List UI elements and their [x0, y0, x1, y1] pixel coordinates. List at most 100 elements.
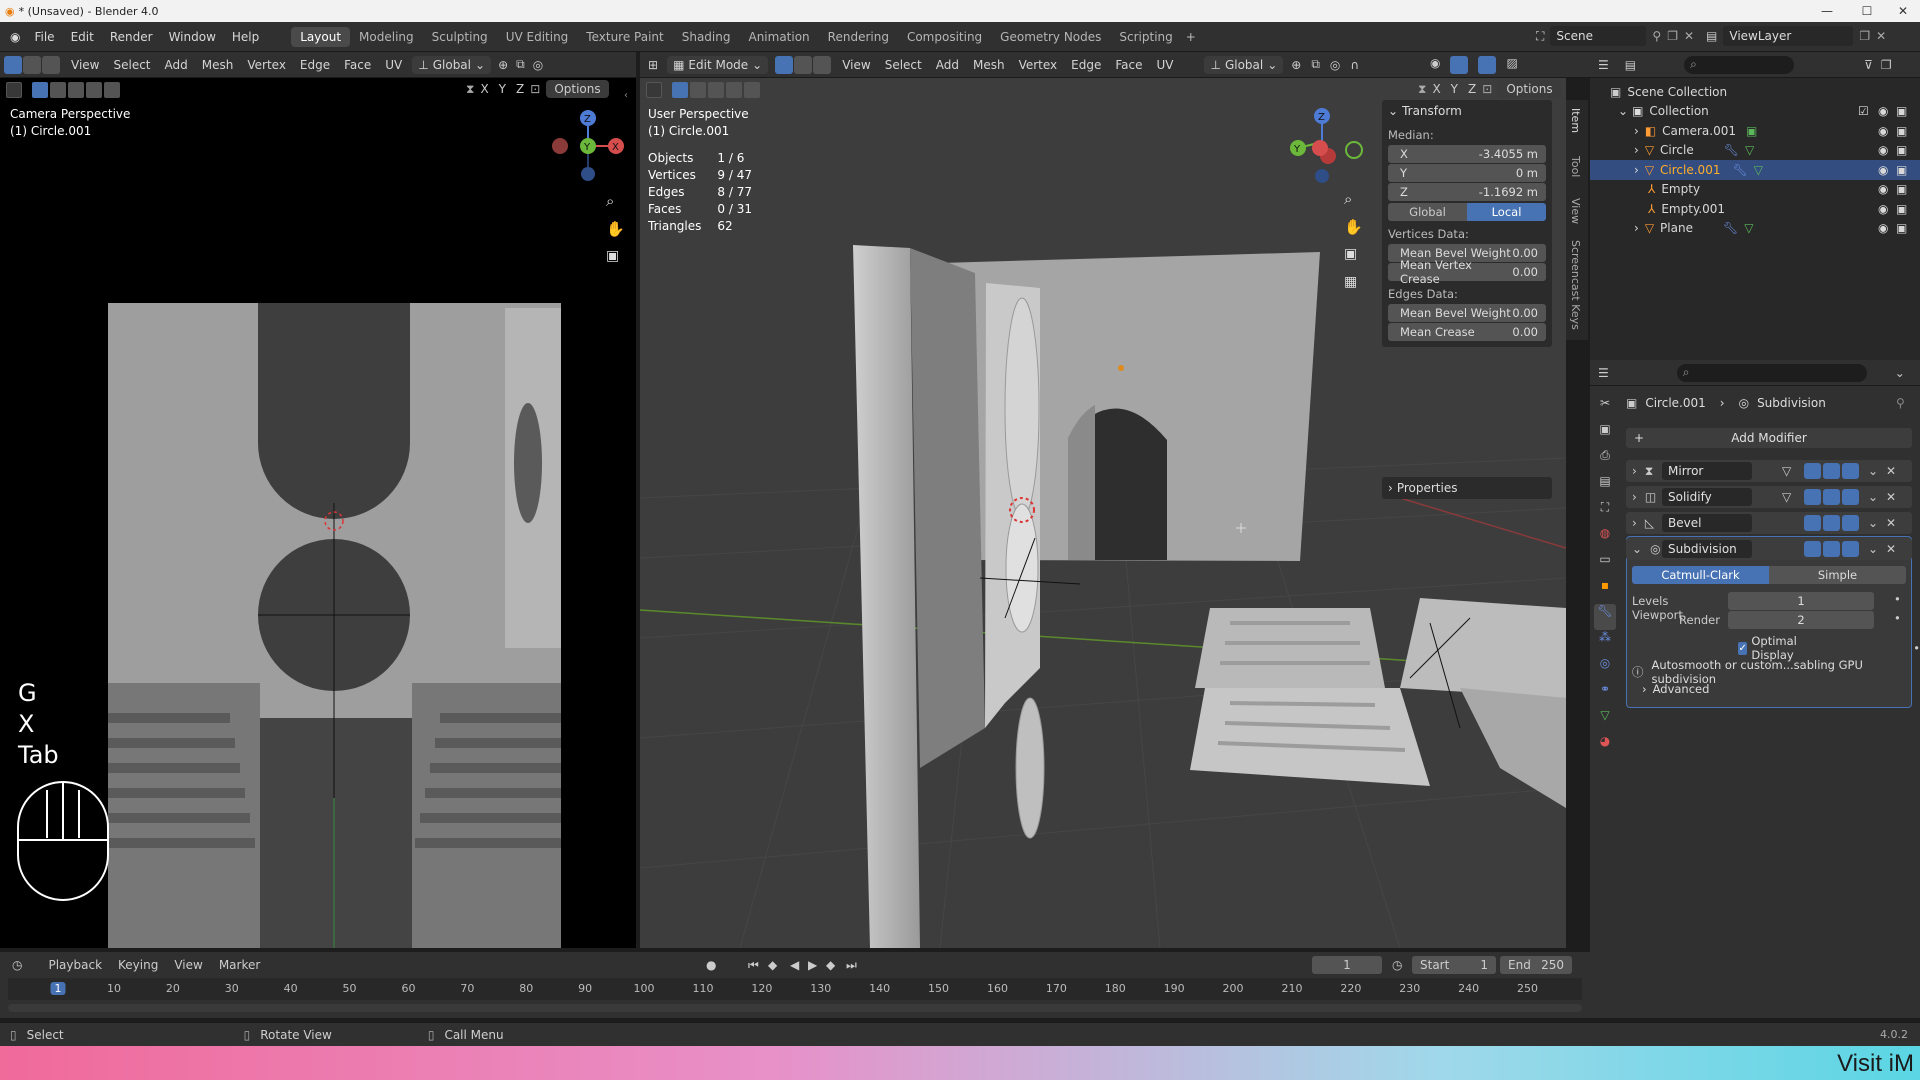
collection-tab-icon[interactable]: ▭: [1594, 552, 1616, 578]
xray-icon[interactable]: ▨: [1506, 56, 1517, 74]
camera-render-icon[interactable]: ▣: [1896, 104, 1907, 118]
camera-render-icon[interactable]: ▣: [1896, 221, 1907, 235]
jump-end-icon[interactable]: ⏭: [846, 958, 857, 973]
minimize-icon[interactable]: —: [1812, 0, 1842, 22]
optimal-display-checkbox[interactable]: ✓: [1738, 641, 1748, 655]
pin-icon[interactable]: ⚲: [1896, 396, 1905, 410]
menu-view[interactable]: View: [174, 958, 202, 972]
particles-tab-icon[interactable]: ⁂: [1594, 630, 1616, 656]
outliner-item-circle[interactable]: › ▽ Circle 🔧︎ ▽ ◉ ▣: [1590, 141, 1920, 161]
visibility-icon[interactable]: ◉: [1430, 56, 1440, 74]
eye-icon[interactable]: ◉: [1878, 182, 1888, 196]
menu-select[interactable]: Select: [878, 58, 929, 72]
end-frame-field[interactable]: End 250: [1500, 956, 1572, 974]
edit-mode-toggle-icon[interactable]: ▽: [1782, 490, 1791, 504]
tab-item[interactable]: Item: [1569, 108, 1582, 133]
modifier-name-field[interactable]: Solidify: [1662, 488, 1752, 506]
add-workspace-icon[interactable]: +: [1186, 30, 1196, 44]
search-field[interactable]: ⌕: [1676, 363, 1867, 382]
median-x-field[interactable]: X -3.4055 m: [1388, 145, 1546, 163]
menu-add[interactable]: Add: [929, 58, 966, 72]
blender-menu-icon[interactable]: ◉: [10, 30, 20, 44]
median-z-field[interactable]: Z -1.1692 m: [1388, 183, 1546, 201]
menu-mesh[interactable]: Mesh: [966, 58, 1012, 72]
keyframe-dot-icon[interactable]: •: [1913, 641, 1920, 655]
remove-modifier-icon[interactable]: ✕: [1886, 542, 1896, 556]
menu-help[interactable]: Help: [224, 30, 267, 44]
menu-marker[interactable]: Marker: [219, 958, 260, 972]
axis-z-toggle[interactable]: Z: [1468, 82, 1476, 96]
modifier-mirror[interactable]: › ⧗ Mirror ▽ ⌄ ✕: [1626, 460, 1912, 482]
render-levels-field[interactable]: 2: [1728, 611, 1874, 629]
menu-uv[interactable]: UV: [1149, 58, 1180, 72]
chevron-down-icon[interactable]: ⌄: [1868, 516, 1878, 530]
eye-icon[interactable]: ◉: [1878, 221, 1888, 235]
keyframe-dot-icon[interactable]: •: [1894, 592, 1901, 606]
menu-edge[interactable]: Edge: [1064, 58, 1108, 72]
timeline-scrollbar[interactable]: [8, 1004, 1582, 1012]
delete-view-layer-icon[interactable]: ✕: [1876, 29, 1886, 43]
scene-tab-icon[interactable]: ⛶: [1594, 500, 1616, 526]
maximize-icon[interactable]: ☐: [1852, 0, 1882, 22]
modifier-subdivision[interactable]: ⌄ ◎ Subdivision ⌄ ✕: [1626, 538, 1912, 560]
object-tab-icon[interactable]: ▪: [1594, 578, 1616, 604]
add-modifier-button[interactable]: + Add Modifier: [1626, 428, 1912, 448]
axis-z-toggle[interactable]: Z: [516, 82, 524, 96]
axis-y-toggle[interactable]: Y: [1451, 82, 1458, 96]
tab-layout[interactable]: Layout: [291, 26, 351, 47]
start-frame-field[interactable]: Start 1: [1412, 956, 1496, 974]
gizmo-toggle-icon[interactable]: [1450, 56, 1469, 74]
tab-tool[interactable]: Tool: [1569, 156, 1582, 177]
ortho-grid-icon[interactable]: ▦: [1344, 274, 1357, 290]
display-mode-icon[interactable]: ▤: [1625, 58, 1636, 72]
tab-texture-paint[interactable]: Texture Paint: [577, 27, 672, 47]
median-y-field[interactable]: Y0 m: [1388, 164, 1546, 182]
render-tab-icon[interactable]: ▣: [1594, 422, 1616, 448]
camera-render-icon[interactable]: ▣: [1896, 143, 1907, 157]
view-layer-field[interactable]: ViewLayer: [1723, 26, 1854, 46]
edit-mode-toggle-icon[interactable]: ▽: [1782, 464, 1791, 478]
outliner-item-plane[interactable]: › ▽ Plane 🔧︎ ▽ ◉ ▣: [1590, 219, 1920, 239]
simple-button[interactable]: Simple: [1769, 566, 1906, 584]
tab-uv-editing[interactable]: UV Editing: [497, 27, 578, 47]
properties-collapsed-panel[interactable]: › Properties: [1382, 477, 1552, 499]
tab-scripting[interactable]: Scripting: [1110, 27, 1181, 47]
modifier-name-field[interactable]: Bevel: [1662, 514, 1752, 532]
local-toggle[interactable]: Local: [1467, 203, 1546, 221]
scene-icon[interactable]: ⛶: [1536, 29, 1544, 44]
editor-type-icon[interactable]: ◷: [12, 958, 22, 972]
levels-viewport-field[interactable]: 1: [1728, 592, 1874, 610]
outliner-item-circle-001[interactable]: › ▽ Circle.001 🔧︎ ▽ ◉ ▣: [1590, 160, 1920, 180]
left-menu-view[interactable]: View: [64, 58, 106, 72]
right-select-box-modes[interactable]: [672, 82, 760, 98]
right-options-dropdown[interactable]: Options: [1498, 80, 1561, 98]
new-collection-icon[interactable]: ❐: [1881, 58, 1892, 72]
jump-start-icon[interactable]: ⏮: [748, 958, 759, 973]
view-layer-icon[interactable]: ▤: [1706, 29, 1717, 43]
left-menu-select[interactable]: Select: [106, 58, 157, 72]
zoom-icon[interactable]: ⌕: [606, 192, 614, 210]
mean-bevel-weight-edge-field[interactable]: Mean Bevel Weight 0.00: [1388, 304, 1546, 322]
frame-ruler[interactable]: 1 10 20 30 40 50 60 70 80 90 100 110 120 130 140 150 160…: [8, 978, 1582, 1000]
modifier-toggles[interactable]: [1804, 515, 1859, 531]
zoom-icon[interactable]: ⌕: [1344, 190, 1352, 208]
chevron-right-icon[interactable]: ›: [1632, 490, 1637, 504]
camera-render-icon[interactable]: ▣: [1896, 124, 1907, 138]
physics-tab-icon[interactable]: ◎: [1594, 656, 1616, 682]
remove-modifier-icon[interactable]: ✕: [1886, 516, 1896, 530]
play-reverse-icon[interactable]: ◀: [790, 958, 799, 972]
remove-modifier-icon[interactable]: ✕: [1886, 490, 1896, 504]
left-orientation-dropdown[interactable]: ⊥ Global ⌄: [412, 55, 492, 74]
playhead[interactable]: 1: [50, 982, 66, 995]
pivot-icon[interactable]: ⊕: [498, 58, 508, 72]
chevron-right-icon[interactable]: ›: [1632, 516, 1637, 530]
catmull-clark-button[interactable]: Catmull-Clark: [1632, 566, 1769, 584]
left-select-tools[interactable]: [6, 82, 22, 98]
next-keyframe-icon[interactable]: ◆: [826, 958, 835, 972]
auto-merge-icon[interactable]: ⊡: [530, 82, 540, 96]
eye-icon[interactable]: ◉: [1878, 104, 1888, 118]
global-toggle[interactable]: Global: [1388, 203, 1467, 221]
tool-tab-icon[interactable]: ✂: [1594, 396, 1616, 422]
new-scene-icon[interactable]: ❐: [1667, 29, 1678, 43]
pivot-icon[interactable]: ⊕: [1291, 58, 1301, 72]
